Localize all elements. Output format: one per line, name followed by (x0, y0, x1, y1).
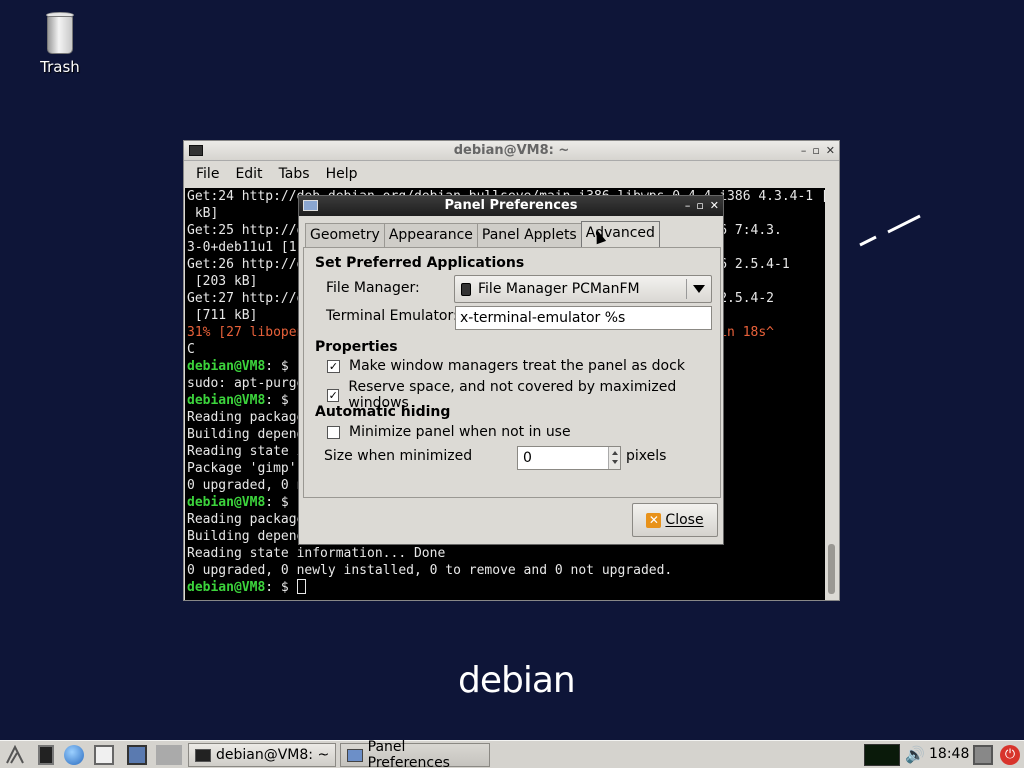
dialog-titlebar[interactable]: Panel Preferences – ▫ ✕ (299, 196, 723, 216)
lock-screen-icon[interactable] (973, 745, 993, 765)
terminal-icon (195, 748, 211, 762)
tab-geometry[interactable]: Geometry (305, 223, 385, 247)
advanced-pane: Set Preferred Applications File Manager:… (303, 247, 721, 498)
menu-help[interactable]: Help (318, 166, 366, 182)
file-manager-select[interactable]: File Manager PCManFM (454, 275, 712, 303)
terminal-emulator-label: Terminal Emulator: (326, 308, 458, 324)
terminal-line-text: : $ (265, 495, 289, 510)
dock-label: Make window managers treat the panel as … (349, 358, 685, 374)
trash-icon (45, 12, 75, 54)
terminal-line-text: 0 upgraded, 0 newly installed, 0 to remo… (187, 563, 673, 578)
size-minimized-label: Size when minimized (324, 448, 473, 464)
workspace-2-icon[interactable] (156, 745, 182, 765)
terminal-scrollbar[interactable] (825, 188, 838, 600)
volume-icon[interactable]: 🔊 (905, 745, 925, 765)
terminal-line-text: Reading state information... Done (187, 546, 446, 561)
terminal-line: Reading state information... Done (187, 545, 826, 562)
section-automatic-hiding: Automatic hiding (315, 404, 451, 420)
menu-edit[interactable]: Edit (227, 166, 270, 182)
menu-tabs[interactable]: Tabs (271, 166, 318, 182)
spin-down-icon[interactable] (612, 460, 618, 464)
prompt-user: debian@VM8 (187, 359, 266, 374)
tab-appearance[interactable]: Appearance (383, 223, 478, 247)
terminal-line-text: kB] (187, 206, 219, 221)
file-manager-label: File Manager: (326, 280, 420, 296)
terminal-line-text: : $ (265, 393, 289, 408)
file-manager-app-icon (461, 282, 471, 296)
terminal-line-text: [203 kB] (187, 274, 258, 289)
text-cursor (296, 579, 306, 594)
size-minimized-value: 0 (523, 450, 532, 466)
size-unit-label: pixels (626, 448, 667, 464)
cpu-monitor-icon[interactable] (864, 744, 900, 766)
terminal-launcher-icon[interactable] (38, 745, 54, 765)
clock[interactable]: 18:48 (929, 746, 969, 762)
menu-launcher-icon[interactable] (5, 745, 25, 765)
terminal-line-text: : $ (265, 580, 297, 595)
terminal-emulator-input[interactable]: x-terminal-emulator %s (455, 306, 712, 330)
terminal-titlebar[interactable]: debian@VM8: ~ – ▫ ✕ (184, 141, 839, 161)
scrollbar-thumb[interactable] (828, 544, 835, 594)
trash-label: Trash (40, 58, 80, 76)
trash-desktop-icon[interactable]: Trash (30, 12, 90, 76)
browser-launcher-icon[interactable] (64, 745, 84, 765)
maximize-icon[interactable]: ▫ (812, 144, 819, 157)
close-icon[interactable]: ✕ (710, 199, 719, 212)
terminal-line: debian@VM8: $ (187, 579, 826, 596)
terminal-line-text: [711 kB] (187, 308, 258, 323)
minimize-icon[interactable]: – (685, 199, 691, 212)
minimize-label: Minimize panel when not in use (349, 424, 571, 440)
dialog-tabs: Geometry Appearance Panel Applets Advanc… (305, 221, 660, 247)
workspace-1-icon[interactable] (127, 745, 147, 765)
preferences-icon (347, 748, 363, 762)
prompt-user: debian@VM8 (187, 580, 266, 595)
dialog-title: Panel Preferences (444, 198, 578, 213)
spin-up-icon[interactable] (612, 451, 618, 455)
menu-file[interactable]: File (188, 166, 227, 182)
minimize-option[interactable]: Minimize panel when not in use (327, 424, 571, 440)
show-desktop-icon[interactable] (94, 745, 114, 765)
panel-preferences-dialog[interactable]: Panel Preferences – ▫ ✕ Geometry Appeara… (298, 195, 724, 545)
terminal-line: 0 upgraded, 0 newly installed, 0 to remo… (187, 562, 826, 579)
terminal-title: debian@VM8: ~ (453, 143, 570, 158)
taskbar: debian@VM8: ~ Panel Preferences 🔊 18:48 … (0, 739, 1024, 768)
close-icon: ✕ (646, 512, 662, 528)
minimize-checkbox[interactable] (327, 425, 340, 439)
file-manager-value: File Manager PCManFM (478, 281, 640, 297)
section-preferred-apps: Set Preferred Applications (315, 255, 525, 271)
close-icon[interactable]: ✕ (826, 144, 835, 157)
size-minimized-spinbox[interactable]: 0 (517, 446, 621, 470)
debian-logo: debian (458, 660, 576, 701)
debian-swirl-decoration (859, 214, 921, 247)
task-panel-preferences-label: Panel Preferences (367, 739, 450, 768)
terminal-line-text: : $ (265, 359, 289, 374)
chevron-down-icon (693, 285, 705, 293)
reserve-space-checkbox[interactable]: ✓ (327, 388, 340, 402)
task-terminal[interactable]: debian@VM8: ~ (188, 743, 336, 767)
close-button[interactable]: ✕ Close (632, 503, 718, 537)
power-icon[interactable]: ⏻ (1000, 745, 1020, 765)
task-panel-preferences[interactable]: Panel Preferences (340, 739, 490, 768)
minimize-icon[interactable]: – (801, 144, 807, 157)
prompt-user: debian@VM8 (187, 393, 266, 408)
dock-option[interactable]: ✓ Make window managers treat the panel a… (327, 358, 685, 374)
terminal-line-text: 3-0+deb11u1 [1 (187, 240, 297, 255)
section-properties: Properties (315, 339, 398, 355)
close-button-label: Close (665, 512, 704, 528)
terminal-menubar: File Edit Tabs Help (184, 161, 839, 187)
task-terminal-label: debian@VM8: ~ (216, 747, 330, 763)
tab-panel-applets[interactable]: Panel Applets (476, 223, 582, 247)
prompt-user: debian@VM8 (187, 495, 266, 510)
terminal-line-text: C (187, 342, 195, 357)
maximize-icon[interactable]: ▫ (696, 199, 703, 212)
dock-checkbox[interactable]: ✓ (327, 359, 340, 373)
